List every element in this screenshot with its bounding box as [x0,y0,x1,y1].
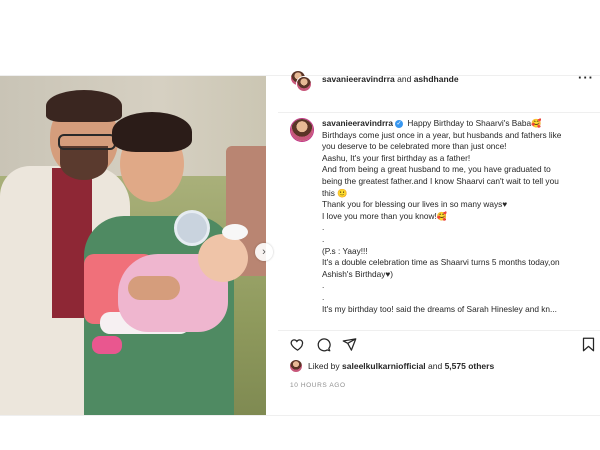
caption-line: And from being a great husband to me, yo… [322,164,551,175]
likes-summary: Liked by saleelkulkarniofficial and 5,57… [290,360,600,372]
header-conjunction: and [394,74,414,84]
post-photo[interactable] [0,76,266,415]
liker-username[interactable]: saleelkulkarniofficial [342,361,426,371]
caption-line: being the greatest father.and I know Sha… [322,175,559,186]
caption-line: this 🙂 [322,187,348,198]
heart-icon[interactable] [290,337,305,355]
caption-line: . [322,222,325,233]
verified-badge-icon: ✓ [395,119,404,128]
likes-count[interactable]: 5,575 others [445,361,495,371]
coauthor-avatar[interactable] [296,76,312,92]
caption-line: Ashish's Birthday♥) [322,268,394,279]
author-username[interactable]: savanieeravindrra [322,74,395,84]
caption-line: . [322,280,325,291]
bookmark-icon[interactable] [582,337,595,355]
coauthor-username[interactable]: ashdhande [414,74,459,84]
caption-line: Aashu, It's your first birthday as a fat… [322,152,471,163]
caption-line: Birthdays come just once in a year, but … [322,129,562,140]
comment-icon[interactable] [316,337,331,355]
caption-line: Thank you for blessing our lives in so m… [322,199,508,210]
instagram-post: › savanieeravindrra and ashdhande ··· sa… [0,70,600,416]
share-icon[interactable] [342,337,357,355]
caption-line: (P.s : Yaay!!! [322,245,368,256]
post-header: savanieeravindrra and ashdhande ··· [278,70,600,113]
post-side-panel: savanieeravindrra and ashdhande ··· sava… [278,70,600,415]
more-horizontal-icon[interactable]: ··· [578,70,594,85]
caption-username[interactable]: savanieeravindrra [322,118,393,128]
likes-prefix: Liked by [308,361,343,371]
caption-line: Happy Birthday to Shaarvi's Baba🥰 [407,118,542,128]
caption-line: I love you more than you know!🥰 [322,210,448,221]
next-image-icon[interactable]: › [255,243,273,261]
post-timestamp[interactable]: 10 HOURS AGO [290,382,346,389]
caption-avatar[interactable] [290,118,314,142]
caption-text: savanieeravindrra ✓ Happy Birthday to Sha… [322,118,594,315]
caption-line: you deserve to be celebrated more than j… [322,141,507,152]
likes-conjunction: and [425,361,445,371]
caption-line: It's a double celebration time as Shaarv… [322,257,560,268]
caption-line: . [322,233,325,244]
action-bar [278,330,600,353]
caption-line: It's my birthday too! said the dreams of… [322,303,557,314]
liker-avatar[interactable] [290,360,302,372]
caption-line: . [322,291,325,302]
caption: savanieeravindrra ✓ Happy Birthday to Sha… [278,114,600,323]
